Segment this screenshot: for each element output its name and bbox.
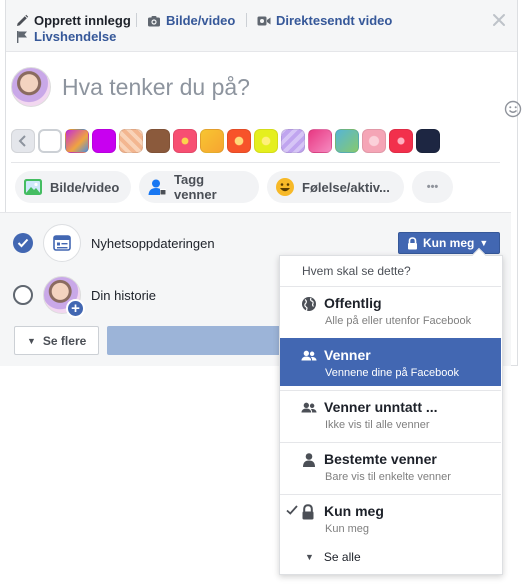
tab-life-event[interactable]: Livshendelse	[15, 29, 116, 44]
tab-live-video-label: Direktesendt video	[276, 13, 393, 28]
audience-option-title: Offentlig	[324, 295, 382, 311]
lock-icon	[407, 236, 418, 250]
photo-video-button[interactable]: Bilde/video	[15, 171, 131, 203]
color-swatch[interactable]	[281, 129, 305, 153]
lock-icon	[301, 504, 317, 520]
your-story-checkbox[interactable]	[13, 285, 33, 305]
friends-except-icon	[301, 400, 317, 416]
audience-option-title: Venner unntatt ...	[324, 399, 438, 415]
divider	[11, 162, 500, 163]
audience-option-title: Kun meg	[324, 503, 384, 519]
add-story-icon: +	[66, 299, 85, 318]
emoji-icon[interactable]	[504, 100, 522, 118]
tab-separator	[136, 13, 137, 27]
see-all-button[interactable]: ▼ Se alle	[305, 550, 361, 564]
swatch-collapse-button[interactable]	[11, 129, 35, 153]
pencil-icon	[15, 14, 29, 28]
color-swatch[interactable]	[389, 129, 413, 153]
color-swatch[interactable]	[200, 129, 224, 153]
flag-icon	[15, 30, 29, 44]
tab-life-event-label: Livshendelse	[34, 29, 117, 44]
chevron-down-icon: ▼	[27, 335, 36, 346]
privacy-selector-button[interactable]: Kun meg ▼	[398, 232, 500, 254]
color-swatch[interactable]	[119, 129, 143, 153]
more-options-button[interactable]: •••	[412, 171, 453, 203]
chevron-down-icon: ▼	[479, 238, 489, 248]
see-more-button[interactable]: ▼ Se flere	[14, 326, 99, 355]
color-swatch[interactable]	[362, 129, 386, 153]
globe-icon	[301, 296, 317, 312]
audience-option-subtitle: Ikke vis til alle venner	[325, 419, 430, 431]
tab-photo-video[interactable]: Bilde/video	[147, 13, 235, 28]
see-more-label: Se flere	[42, 333, 87, 348]
audience-option-friends[interactable]: Venner Vennene dine på Facebook	[280, 338, 501, 386]
feeling-activity-button[interactable]: Følelse/aktiv...	[267, 171, 404, 203]
audience-option-title: Bestemte venner	[324, 451, 437, 467]
audience-option-subtitle: Alle på eller utenfor Facebook	[325, 315, 472, 327]
color-swatch[interactable]	[308, 129, 332, 153]
close-icon[interactable]	[491, 12, 507, 28]
color-swatch[interactable]	[38, 129, 62, 153]
news-feed-label: Nyhetsoppdateringen	[91, 236, 215, 251]
color-swatch[interactable]	[254, 129, 278, 153]
color-swatch[interactable]	[146, 129, 170, 153]
composer-tabs: Opprett innlegg Bilde/video Direktesendt…	[6, 0, 517, 52]
audience-option-subtitle: Vennene dine på Facebook	[325, 367, 459, 379]
feeling-activity-label: Følelse/aktiv...	[302, 179, 390, 195]
color-swatch[interactable]	[65, 129, 89, 153]
chevron-down-icon: ▼	[305, 552, 314, 562]
tag-friends-icon	[147, 177, 167, 197]
your-story-label: Din historie	[91, 288, 157, 303]
camera-icon	[147, 14, 161, 28]
tab-photo-video-label: Bilde/video	[166, 13, 236, 28]
color-swatch[interactable]	[416, 129, 440, 153]
audience-option-specific-friends[interactable]: Bestemte venner Bare vis til enkelte ven…	[280, 442, 501, 490]
live-video-icon	[257, 14, 271, 28]
tag-friends-button[interactable]: Tagg venner	[139, 171, 259, 203]
privacy-selector-label: Kun meg	[423, 236, 475, 250]
audience-option-only-me[interactable]: Kun meg Kun meg	[280, 494, 501, 542]
more-options-label: •••	[426, 181, 439, 193]
friends-icon	[301, 348, 317, 364]
smiley-icon	[275, 177, 295, 197]
color-swatch[interactable]	[227, 129, 251, 153]
tab-create-post[interactable]: Opprett innlegg	[15, 13, 131, 28]
background-color-picker	[11, 129, 440, 153]
photo-video-label: Bilde/video	[50, 179, 120, 195]
news-feed-checkbox[interactable]	[13, 233, 33, 253]
avatar	[11, 67, 51, 107]
news-feed-icon	[43, 224, 81, 262]
tag-friends-label: Tagg venner	[174, 172, 217, 202]
tab-separator	[246, 13, 247, 27]
post-text-input[interactable]: Hva tenker du på?	[62, 74, 250, 101]
dropdown-header: Hvem skal se dette?	[302, 264, 411, 278]
color-swatch[interactable]	[335, 129, 359, 153]
color-swatch[interactable]	[173, 129, 197, 153]
audience-option-public[interactable]: Offentlig Alle på eller utenfor Facebook	[280, 286, 501, 334]
photo-icon	[23, 177, 43, 197]
checkmark-icon	[286, 504, 298, 516]
audience-option-subtitle: Bare vis til enkelte venner	[325, 471, 451, 483]
see-all-label: Se alle	[323, 550, 361, 564]
audience-option-subtitle: Kun meg	[325, 523, 370, 535]
audience-option-title: Venner	[324, 347, 371, 363]
person-icon	[301, 452, 317, 468]
tab-create-post-label: Opprett innlegg	[34, 13, 131, 28]
tab-live-video[interactable]: Direktesendt video	[257, 13, 392, 28]
audience-option-friends-except[interactable]: Venner unntatt ... Ikke vis til alle ven…	[280, 390, 501, 438]
color-swatch[interactable]	[92, 129, 116, 153]
